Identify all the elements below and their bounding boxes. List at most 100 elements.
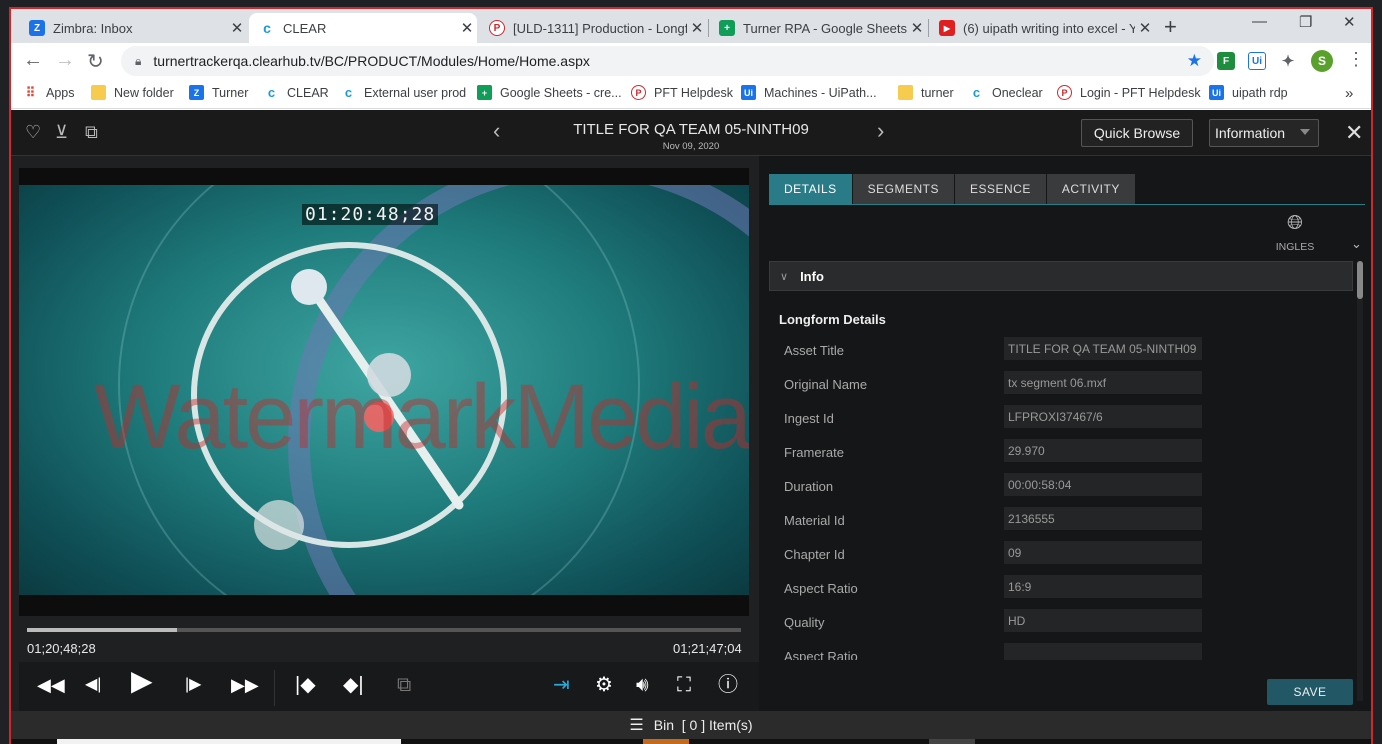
field-row: Aspect Ratio (759, 641, 1359, 660)
duration-field[interactable]: 00:00:58:04 (1004, 473, 1202, 496)
tab-youtube[interactable]: ▶ (6) uipath writing into excel - Y ✕ (929, 13, 1155, 43)
browser-toolbar: ← → ↻ 🔒︎ turnertrackerqa.clearhub.tv/BC/… (11, 43, 1371, 79)
bookmark-turner-folder[interactable]: turner (898, 85, 954, 100)
mark-in-icon[interactable]: |◆ (295, 674, 316, 696)
bookmarks-overflow-icon[interactable]: » (1345, 85, 1353, 102)
fast-forward-icon[interactable]: ▶▶ (231, 674, 259, 696)
bookmark-pft-helpdesk[interactable]: P PFT Helpdesk (631, 85, 733, 100)
tab-essence[interactable]: ESSENCE (954, 174, 1046, 204)
asset-title-field[interactable]: TITLE FOR QA TEAM 05-NINTH09 (1004, 337, 1202, 360)
sheets-icon: + (719, 20, 735, 36)
apps-grid-icon: ⠿ (25, 84, 36, 100)
folder-icon (91, 85, 106, 100)
extensions-puzzle-icon[interactable]: ✦ (1279, 52, 1297, 70)
tab-activity[interactable]: ACTIVITY (1046, 174, 1135, 204)
new-tab-button[interactable]: + (1164, 14, 1177, 40)
bookmark-new-folder[interactable]: New folder (91, 85, 174, 100)
bookmark-machines-uipath[interactable]: Ui Machines - UiPath... (741, 85, 877, 100)
tab-details[interactable]: DETAILS (769, 174, 852, 204)
back-icon[interactable]: ← (23, 49, 43, 72)
info-accordion-header[interactable]: ∨ Info (769, 261, 1353, 291)
extension-icon[interactable]: F (1217, 52, 1235, 70)
tab-zimbra[interactable]: Z Zimbra: Inbox ✕ (19, 13, 247, 43)
download-icon[interactable]: ⊻ (55, 122, 68, 143)
next-asset-icon[interactable]: › (877, 118, 884, 144)
video-frame[interactable]: WatermarkMedia 01:20:48;28 (19, 185, 749, 595)
tab-clear[interactable]: c CLEAR ✕ (249, 13, 477, 43)
settings-gear-icon[interactable]: ⚙ (595, 674, 613, 696)
bookmark-star-icon[interactable]: ★ (1187, 51, 1202, 71)
rewind-icon[interactable]: ◀◀ (37, 674, 65, 696)
os-taskbar (11, 739, 1371, 744)
chevron-down-icon[interactable]: ⌄ (1351, 236, 1362, 252)
tab-uld[interactable]: P [ULD-1311] Production - Longf ✕ (479, 13, 707, 43)
section-title: Longform Details (779, 312, 886, 327)
bin-bar[interactable]: ☰ Bin [ 0 ] Item(s) (11, 711, 1371, 739)
aspect-ratio-field[interactable]: 16:9 (1004, 575, 1202, 598)
bookmark-clear[interactable]: c CLEAR (264, 85, 329, 100)
add-to-bin-icon[interactable]: ⧉ (85, 122, 98, 143)
tab-segments[interactable]: SEGMENTS (852, 174, 954, 204)
close-tab-icon[interactable]: ✕ (907, 19, 927, 37)
quick-browse-button[interactable]: Quick Browse (1081, 119, 1193, 147)
sheets-icon: + (477, 85, 492, 100)
close-window-icon[interactable]: ✕ (1343, 13, 1356, 31)
aspect-ratio-field-2[interactable] (1004, 643, 1202, 660)
bookmark-oneclear[interactable]: c Oneclear (969, 85, 1043, 100)
close-tab-icon[interactable]: ✕ (227, 19, 247, 37)
video-player[interactable]: WatermarkMedia 01:20:48;28 (19, 168, 749, 616)
restore-icon[interactable]: ❐ (1299, 13, 1312, 31)
mark-out-icon[interactable]: ◆| (343, 674, 364, 696)
clear-icon: c (259, 20, 275, 36)
play-icon[interactable]: ▶ (131, 667, 153, 695)
bookmark-google-sheets[interactable]: + Google Sheets - cre... (477, 85, 622, 100)
chapter-id-field[interactable]: 09 (1004, 541, 1202, 564)
scrub-bar[interactable] (27, 628, 741, 632)
chevron-down-icon: ∨ (780, 270, 789, 283)
bookmark-turner[interactable]: Z Turner (189, 85, 248, 100)
reload-icon[interactable]: ↻ (87, 49, 104, 74)
minimize-icon[interactable]: — (1252, 13, 1267, 30)
add-clip-icon[interactable]: ⧉ (397, 674, 411, 696)
uipath-extension-icon[interactable]: Ui (1248, 52, 1266, 70)
fullscreen-icon[interactable]: ⛶ (677, 674, 691, 696)
save-button[interactable]: SAVE (1267, 679, 1353, 705)
close-tab-icon[interactable]: ✕ (687, 19, 707, 37)
original-name-field[interactable]: tx segment 06.mxf (1004, 371, 1202, 394)
scrub-bar-fill (27, 628, 177, 632)
uipath-icon: Ui (1209, 85, 1224, 100)
close-icon[interactable]: ✕ (1345, 120, 1363, 146)
favorite-heart-icon[interactable]: ♡ (25, 122, 41, 143)
address-bar[interactable]: 🔒︎ turnertrackerqa.clearhub.tv/BC/PRODUC… (121, 46, 1214, 76)
help-icon[interactable]: ⓘ (718, 674, 738, 696)
pin-icon[interactable]: ⇥ (553, 674, 570, 696)
clear-icon: c (267, 85, 276, 100)
view-select[interactable]: Information (1209, 119, 1319, 147)
step-forward-icon[interactable]: |▶ (185, 674, 201, 696)
bookmark-uipath-rdp[interactable]: Ui uipath rdp (1209, 85, 1288, 100)
bookmark-external-user-prod[interactable]: c External user prod (341, 85, 466, 100)
material-id-field[interactable]: 2136555 (1004, 507, 1202, 530)
profile-avatar[interactable]: S (1311, 50, 1333, 72)
field-row: Material Id 2136555 (759, 505, 1359, 539)
tab-sheets[interactable]: + Turner RPA - Google Sheets ✕ (709, 13, 927, 43)
lock-icon: 🔒︎ (135, 53, 142, 68)
close-tab-icon[interactable]: ✕ (1135, 19, 1155, 37)
close-tab-icon[interactable]: ✕ (457, 19, 477, 37)
step-back-icon[interactable]: ◀| (85, 674, 101, 696)
menu-kebab-icon[interactable]: ⋮ (1347, 49, 1365, 70)
bookmark-login-pft[interactable]: P Login - PFT Helpdesk (1057, 85, 1201, 100)
chevron-down-icon (1300, 129, 1310, 135)
quality-field[interactable]: HD (1004, 609, 1202, 632)
zimbra-icon: Z (189, 85, 204, 100)
asset-header: ♡ ⊻ ⧉ ‹ TITLE FOR QA TEAM 05-NINTH09 Nov… (11, 110, 1371, 156)
language-selector[interactable]: 🌐︎ INGLES (1265, 212, 1325, 253)
forward-icon[interactable]: → (55, 49, 75, 72)
scrollbar-thumb[interactable] (1357, 261, 1363, 299)
bookmark-apps[interactable]: ⠿ Apps (23, 85, 75, 100)
ingest-id-field[interactable]: LFPROXI37467/6 (1004, 405, 1202, 428)
youtube-icon: ▶ (939, 20, 955, 36)
framerate-field[interactable]: 29.970 (1004, 439, 1202, 462)
folder-icon (898, 85, 913, 100)
volume-icon[interactable]: 🔊︎ (636, 674, 649, 696)
